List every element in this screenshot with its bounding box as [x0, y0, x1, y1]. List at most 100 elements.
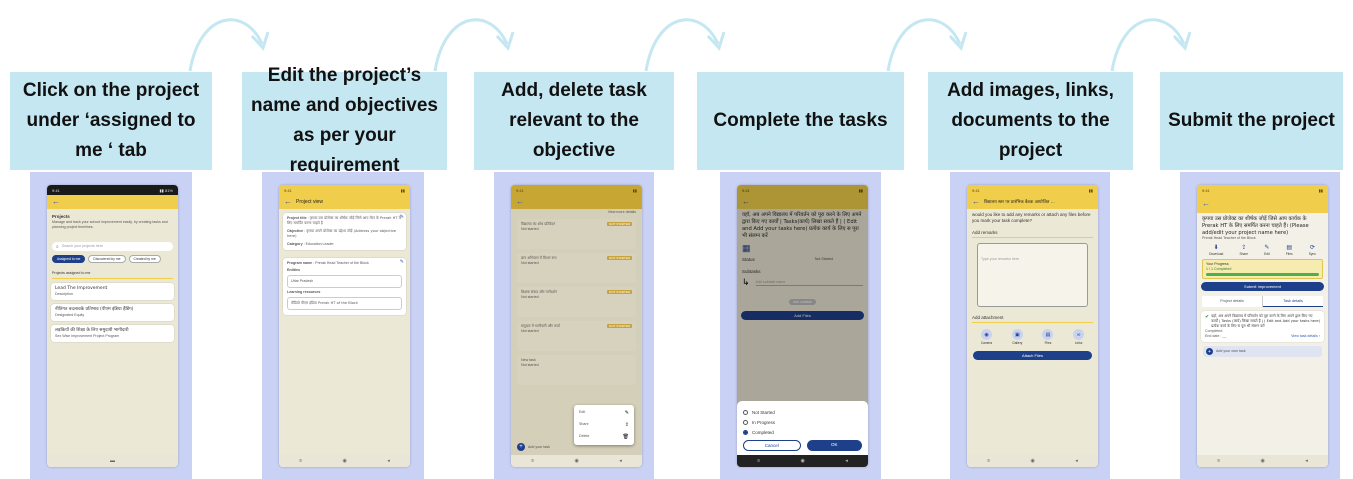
nav-home-icon[interactable]: ◉: [1261, 458, 1265, 464]
task-sub: Not started: [521, 295, 539, 299]
nav-home-icon[interactable]: ◉: [801, 458, 805, 464]
plus-icon: +: [517, 443, 525, 451]
radio-icon: [743, 410, 748, 415]
nav-recents-icon[interactable]: ≡: [757, 458, 760, 464]
detail-tabs: Project details Task details: [1202, 296, 1323, 308]
radio-icon: [743, 420, 748, 425]
tab-task-details[interactable]: Task details: [1263, 296, 1323, 308]
task-card[interactable]: विद्यालय का शोध प्रतिवेदन NOT STARTED Not…: [517, 219, 636, 249]
task-text: यहाँ, अब अपने विद्यालय में परिवर्तन को प…: [1211, 314, 1321, 329]
files-button[interactable]: ▤ Files: [1042, 329, 1054, 345]
task-card[interactable]: समुदाय में भागीदारी और कार्य NOT STARTED…: [517, 321, 636, 351]
project-tabs: Assigned to me Discovered by me Created …: [52, 255, 173, 263]
nav-recents-icon[interactable]: ≡: [299, 458, 302, 464]
menu-item-edit[interactable]: Edit ✎: [574, 407, 634, 419]
step-1-panel: 9:41 ▮▮ 81% ← Projects Manage and track y…: [30, 172, 192, 479]
view-task-details-link[interactable]: View task details ›: [1291, 334, 1320, 339]
menu-label: Share: [579, 422, 589, 426]
nav-recents-icon[interactable]: ▬: [110, 458, 115, 464]
nav-home-icon[interactable]: ◉: [343, 458, 347, 464]
project-card[interactable]: नीतिगत बदलावके प्रतिभाव (पीएम इंडिया हैड…: [51, 304, 174, 321]
plus-icon: +: [1206, 348, 1213, 356]
share-icon: ⇪: [624, 422, 629, 428]
back-arrow-icon[interactable]: ←: [1202, 200, 1210, 208]
task-card[interactable]: ज्ञान अभियान में मिशन रूप NOT STARTED Not…: [517, 253, 636, 283]
step-1-caption: Click on the project under ‘assigned to …: [10, 72, 212, 170]
files-button[interactable]: ▤ Files: [1286, 244, 1293, 256]
edit-icon[interactable]: ✎: [400, 259, 404, 265]
remarks-textarea[interactable]: Type your remarks here: [977, 243, 1088, 307]
nav-home-icon[interactable]: ◉: [1031, 458, 1035, 464]
tab-assigned-to-me[interactable]: Assigned to me: [52, 255, 86, 263]
gallery-button[interactable]: ▣ Gallery: [1011, 329, 1023, 345]
title-label: Project title: [287, 216, 307, 220]
links-button[interactable]: ∞ Links: [1073, 329, 1085, 345]
radio-selected-icon: [743, 430, 748, 435]
nav-bar: ≡ ◉ ◂: [279, 455, 410, 467]
task-card[interactable]: शिक्षक संवाद और मार्गदर्शन NOT STARTED No…: [517, 287, 636, 317]
back-arrow-icon[interactable]: ←: [516, 198, 524, 206]
menu-item-share[interactable]: Share ⇪: [574, 419, 634, 431]
step-3-panel: 9:41 ▮▮ ← View more details विद्यालय का श…: [494, 172, 654, 479]
resources-value[interactable]: वीडियो पीएम इंडिया Prerak HT of the Bloc…: [287, 297, 402, 310]
status-bar: 9:41 ▮▮: [511, 185, 642, 195]
menu-item-delete[interactable]: Delete 🗑: [574, 431, 634, 443]
nav-home-icon[interactable]: ◉: [575, 458, 579, 464]
nav-back-icon[interactable]: ◂: [387, 458, 390, 464]
share-button[interactable]: ⇪ Share: [1239, 244, 1248, 256]
phone-screen-tasks: 9:41 ▮▮ ← View more details विद्यालय का श…: [511, 185, 642, 467]
edit-button[interactable]: ✎ Edit: [1264, 244, 1270, 256]
nav-back-icon[interactable]: ◂: [1075, 458, 1078, 464]
search-input[interactable]: ⌕ Search your projects here: [52, 242, 173, 251]
radio-not-started[interactable]: Not Started: [743, 410, 862, 415]
download-button[interactable]: ⬇ Download: [1209, 244, 1223, 256]
tab-discovered-by-me[interactable]: Discovered by me: [88, 255, 126, 263]
ok-button[interactable]: OK: [806, 440, 862, 451]
project-card[interactable]: लड़कियों की शिक्षा के लिए समुदायी भागीदा…: [51, 325, 174, 342]
category-label: Category: [287, 242, 303, 246]
nav-recents-icon[interactable]: ≡: [531, 458, 534, 464]
add-task-button[interactable]: + Add your task: [517, 443, 550, 451]
status-bar: 9:41 ▮▮: [967, 185, 1098, 195]
phone-screen-task-status: 9:41 ▮▮ ← यहाँ, अब अपने विद्यालय में परिव…: [737, 185, 868, 467]
tab-created-by-me[interactable]: Created by me: [128, 255, 161, 263]
radio-completed[interactable]: Completed: [743, 430, 862, 435]
project-sub: Designated Equity: [55, 313, 85, 317]
phone-screen-project-view: 9:41 ▮▮ ← Project view ✎ Project title : क…: [279, 185, 410, 467]
attach-files-button[interactable]: Attach Files: [973, 351, 1092, 360]
nav-back-icon[interactable]: ◂: [1305, 458, 1308, 464]
task-status-badge: NOT STARTED: [607, 222, 632, 226]
camera-button[interactable]: ◉ Camera: [981, 329, 992, 345]
submit-improvement-button[interactable]: Submit Improvement: [1201, 282, 1324, 292]
action-label: Files: [1285, 252, 1293, 257]
task-card[interactable]: New task Not started: [517, 355, 636, 385]
edit-icon[interactable]: ✎: [400, 214, 404, 220]
menu-label: Edit: [579, 410, 586, 414]
remarks-placeholder: Type your remarks here: [981, 257, 1019, 261]
step-2-caption: Edit the project’s name and objectives a…: [242, 65, 447, 176]
project-card[interactable]: Lead The Improvement Description: [51, 283, 174, 300]
back-arrow-icon[interactable]: ←: [972, 198, 980, 206]
cancel-button[interactable]: Cancel: [743, 440, 801, 451]
add-task-label: Add your task: [528, 444, 550, 449]
nav-back-icon[interactable]: ◂: [845, 458, 848, 464]
project-sub: Description: [55, 292, 73, 296]
back-arrow-icon[interactable]: ←: [52, 198, 60, 206]
task-card[interactable]: ✔ यहाँ, अब अपने विद्यालय में परिवर्तन को …: [1201, 311, 1324, 343]
page-description: Manage and track your school improvement…: [52, 220, 168, 229]
back-arrow-icon[interactable]: ←: [284, 198, 292, 206]
sync-button[interactable]: ⟳ Sync: [1309, 244, 1316, 256]
edit-icon: ✎: [1264, 245, 1270, 252]
step-6-panel: 9:41 ▮▮ ← कृपया उस प्रोजेक्ट का शीर्षक जो…: [1180, 172, 1340, 479]
nav-recents-icon[interactable]: ≡: [1217, 458, 1220, 464]
project-subtitle: Prerak Head Teacher of the Block: [1202, 236, 1256, 241]
radio-in-progress[interactable]: In Progress: [743, 420, 862, 425]
task-sub: Not started: [521, 329, 539, 333]
nav-back-icon[interactable]: ◂: [619, 458, 622, 464]
tab-project-details[interactable]: Project details: [1202, 296, 1263, 308]
add-own-task-button[interactable]: + Add your own task: [1203, 346, 1322, 358]
nav-recents-icon[interactable]: ≡: [987, 458, 990, 464]
objective-value: कृपया अपने प्रोजेक्ट का उद्देश्य जोड़ें …: [287, 229, 397, 238]
task-status-badge: NOT STARTED: [607, 324, 632, 328]
view-more-link[interactable]: View more details: [517, 210, 636, 215]
